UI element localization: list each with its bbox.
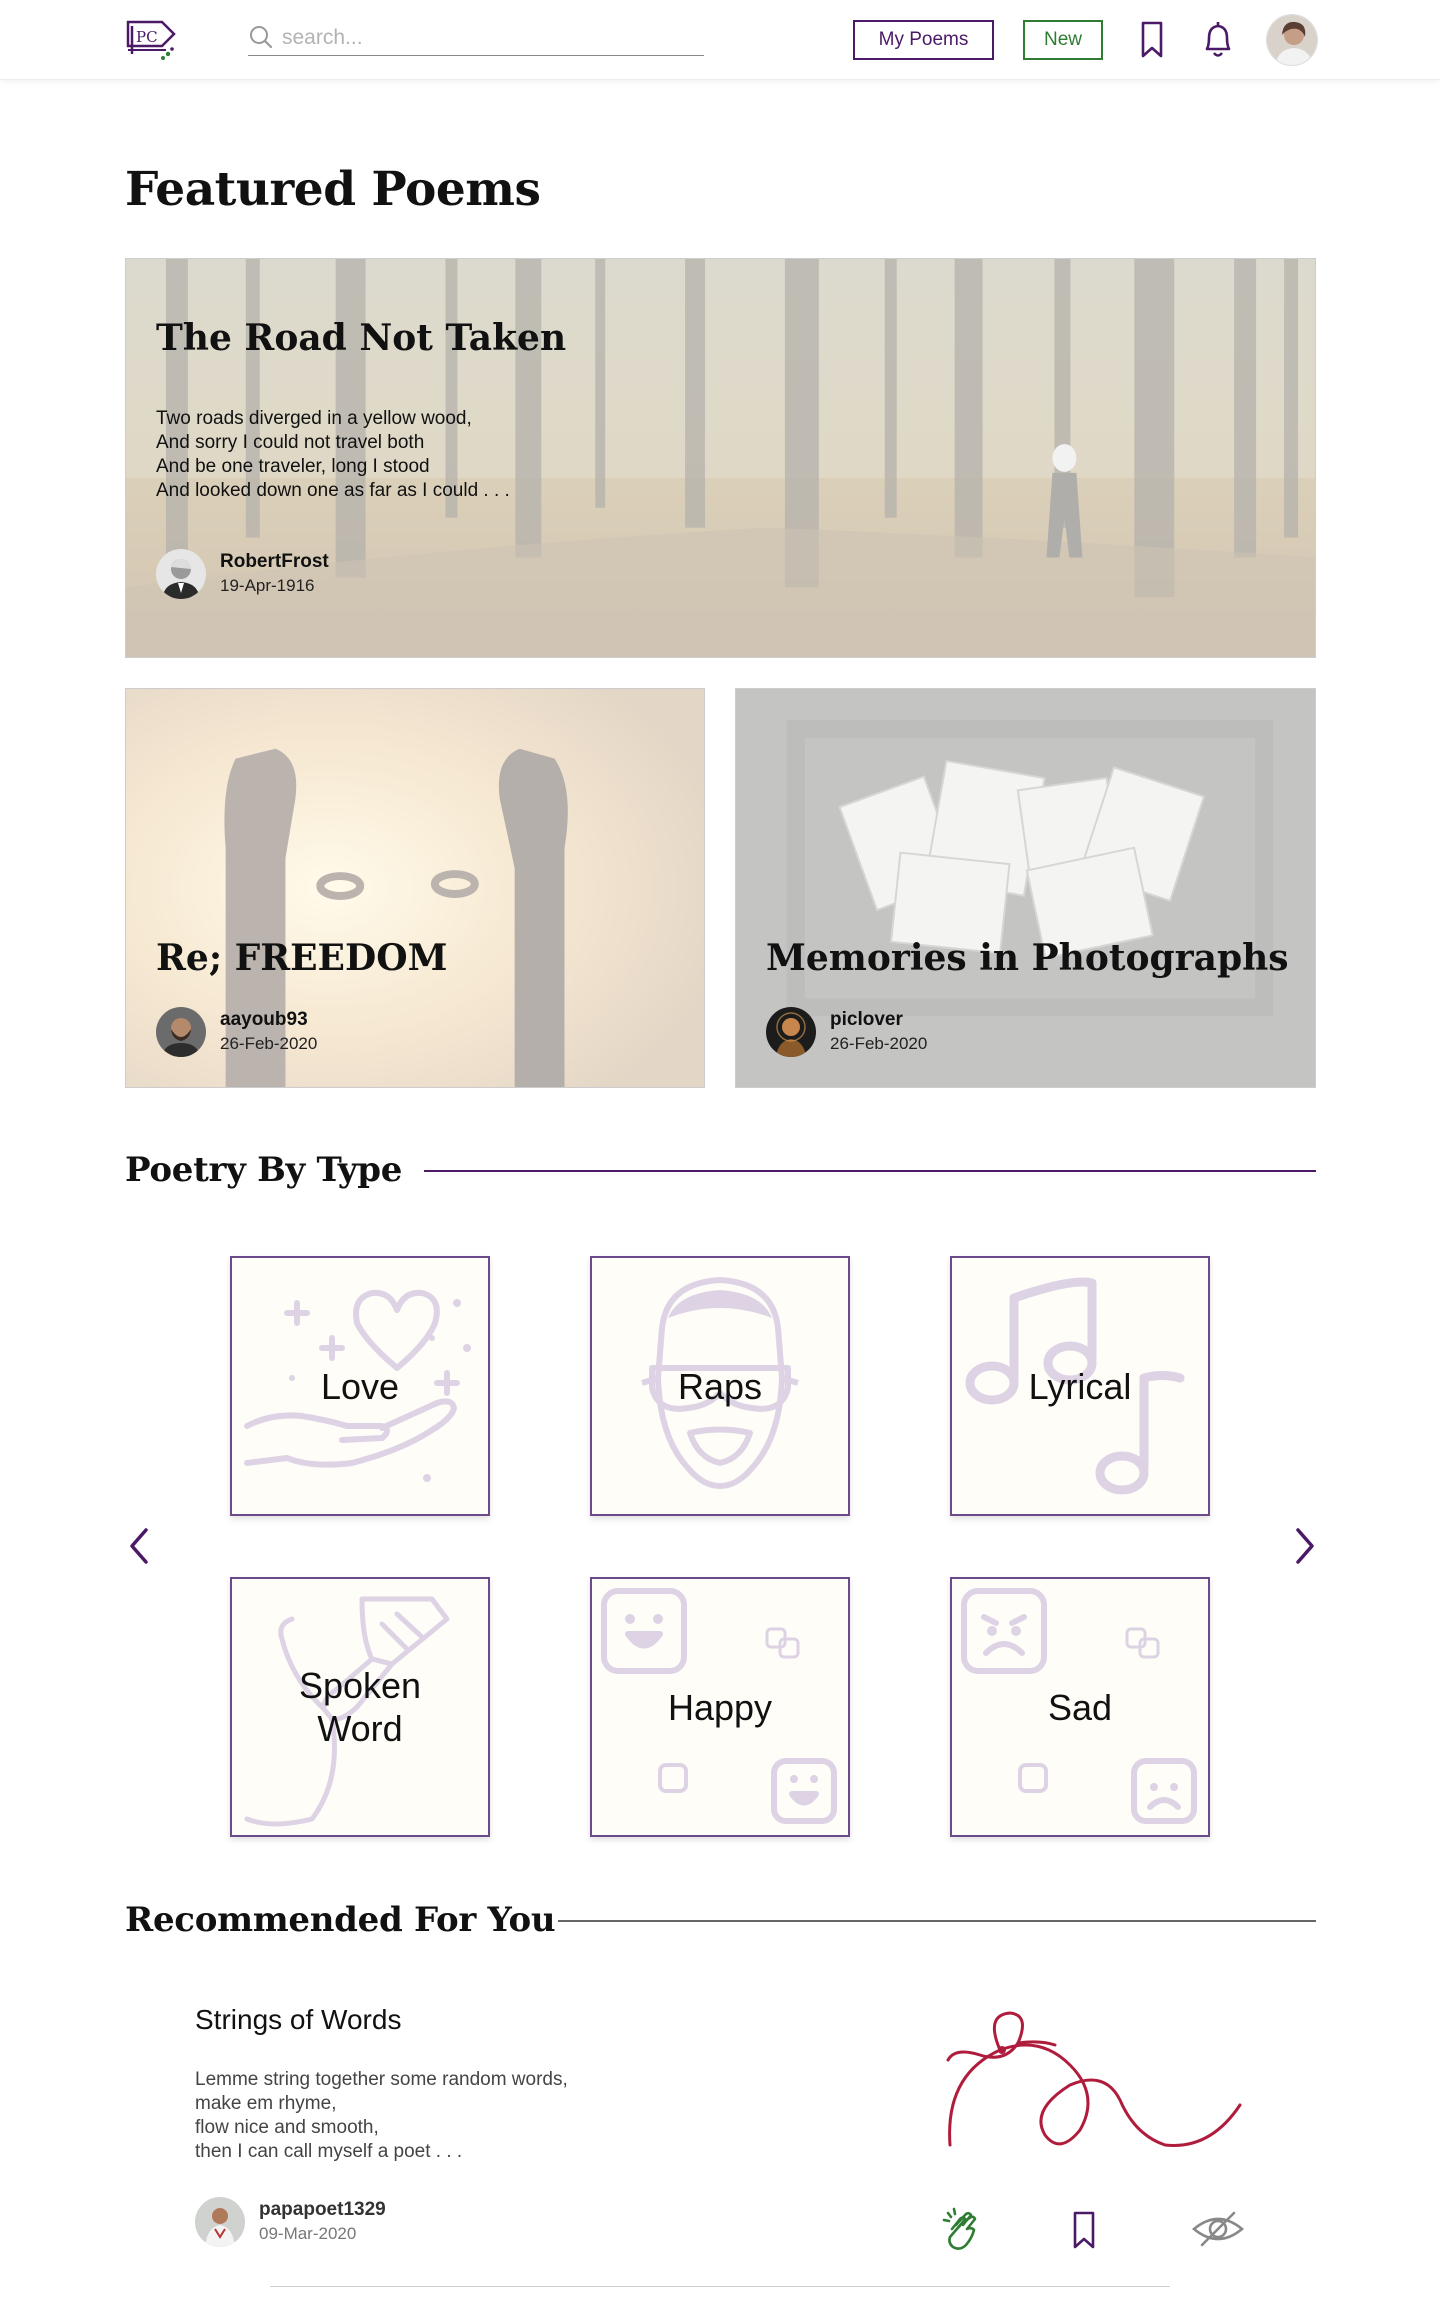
type-label: Spoken Word <box>232 1579 488 1835</box>
poem-title[interactable]: Re; FREEDOM <box>156 937 447 979</box>
author-info: piclover 26-Feb-2020 <box>766 1007 1166 1059</box>
type-tile-sad[interactable]: Sad <box>950 1577 1210 1837</box>
author-info: aayoub93 26-Feb-2020 <box>156 1007 556 1059</box>
type-tile-love[interactable]: Love <box>230 1256 490 1516</box>
excerpt-line: And looked down one as far as I could . … <box>156 480 510 501</box>
featured-card-road-not-taken[interactable]: The Road Not Taken Two roads diverged in… <box>125 258 1316 658</box>
carousel-next-button[interactable] <box>1290 1524 1320 1568</box>
excerpt-line: And sorry I could not travel both <box>156 432 425 453</box>
logo-icon[interactable]: PC <box>122 14 178 64</box>
bookmark-icon[interactable] <box>1132 18 1172 62</box>
excerpt-line: flow nice and smooth, <box>195 2117 379 2138</box>
recommended-poem-excerpt: Lemme string together some random words,… <box>195 2068 568 2164</box>
red-string-image <box>930 2005 1260 2165</box>
excerpt-line: Lemme string together some random words, <box>195 2069 568 2090</box>
recommended-poem-title[interactable]: Strings of Words <box>195 2004 401 2036</box>
search-bar <box>248 22 704 56</box>
poem-excerpt: Two roads diverged in a yellow wood, And… <box>156 407 510 503</box>
author-avatar[interactable] <box>156 1007 206 1057</box>
type-label-text: Spoken Word <box>298 1665 422 1749</box>
excerpt-line: make em rhyme, <box>195 2093 337 2114</box>
search-input[interactable] <box>282 24 692 52</box>
author-avatar[interactable] <box>156 549 206 599</box>
svg-text:PC: PC <box>136 28 158 46</box>
author-avatar[interactable] <box>195 2197 245 2247</box>
excerpt-line: then I can call myself a poet . . . <box>195 2141 463 2162</box>
publish-date: 26-Feb-2020 <box>220 1034 318 1053</box>
featured-card-memories[interactable]: Memories in Photographs piclover 26-Feb-… <box>735 688 1316 1088</box>
type-label: Sad <box>1047 1686 1113 1728</box>
user-avatar[interactable] <box>1266 14 1318 66</box>
recommended-heading: Recommended For You <box>125 1900 556 1940</box>
bottom-divider <box>270 2286 1170 2287</box>
section-divider <box>558 1920 1316 1922</box>
carousel-prev-button[interactable] <box>124 1524 154 1568</box>
publish-date: 19-Apr-1916 <box>220 576 315 595</box>
publish-date: 09-Mar-2020 <box>259 2224 357 2243</box>
type-tile-happy[interactable]: Happy <box>590 1577 850 1837</box>
top-navbar: PC My Poems New <box>0 0 1440 80</box>
type-label: Lyrical <box>1028 1365 1132 1407</box>
bookmark-icon[interactable] <box>1066 2205 1102 2253</box>
author-avatar[interactable] <box>766 1007 816 1057</box>
bell-icon[interactable] <box>1198 18 1238 62</box>
author-name[interactable]: papapoet1329 <box>259 2199 386 2221</box>
poetry-by-type-heading: Poetry By Type <box>125 1150 403 1190</box>
type-label: Happy <box>667 1686 773 1728</box>
eye-slash-icon[interactable] <box>1190 2205 1246 2253</box>
type-tile-spoken-word[interactable]: Spoken Word <box>230 1577 490 1837</box>
excerpt-line: Two roads diverged in a yellow wood, <box>156 408 472 429</box>
author-name[interactable]: piclover <box>830 1009 903 1031</box>
type-tile-lyrical[interactable]: Lyrical <box>950 1256 1210 1516</box>
featured-card-freedom[interactable]: Re; FREEDOM aayoub93 26-Feb-2020 <box>125 688 705 1088</box>
poem-title[interactable]: Memories in Photographs <box>766 937 1289 979</box>
type-label: Love <box>320 1365 400 1407</box>
poem-title[interactable]: The Road Not Taken <box>156 317 566 359</box>
author-info: RobertFrost 19-Apr-1916 <box>156 549 556 601</box>
publish-date: 26-Feb-2020 <box>830 1034 928 1053</box>
type-tile-raps[interactable]: Raps <box>590 1256 850 1516</box>
excerpt-line: And be one traveler, long I stood <box>156 456 430 477</box>
section-divider <box>424 1170 1316 1172</box>
search-icon[interactable] <box>248 24 274 50</box>
type-label: Raps <box>677 1365 763 1407</box>
new-poem-button[interactable]: New <box>1023 20 1103 60</box>
author-info: papapoet1329 09-Mar-2020 <box>195 2197 495 2249</box>
author-name[interactable]: RobertFrost <box>220 551 329 573</box>
my-poems-button[interactable]: My Poems <box>853 20 994 60</box>
featured-poems-heading: Featured Poems <box>125 162 541 217</box>
author-name[interactable]: aayoub93 <box>220 1009 308 1031</box>
clap-icon[interactable] <box>942 2205 982 2253</box>
